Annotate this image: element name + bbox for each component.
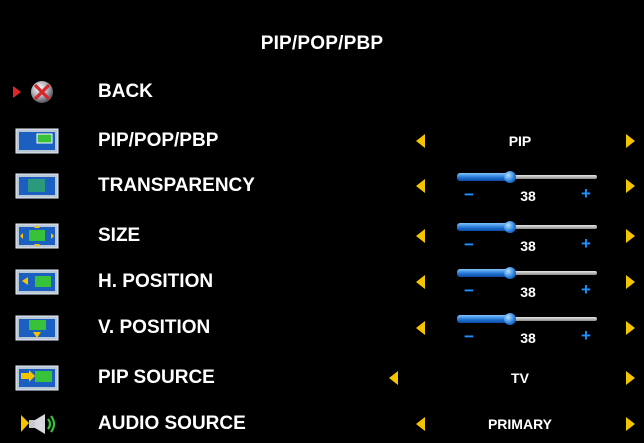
row-label: TRANSPARENCY: [98, 175, 255, 196]
vertical-position-icon: [15, 315, 59, 341]
menu-title: PIP/POP/PBP: [260, 33, 384, 54]
row-label: H. POSITION: [98, 271, 214, 292]
horizontal-position-icon: [15, 269, 59, 295]
menu-row-transparency[interactable]: TRANSPARENCY − 38 +: [0, 168, 644, 204]
menu-row-v-position[interactable]: V. POSITION − 38 +: [0, 310, 644, 346]
slider-plus-icon: +: [581, 184, 591, 203]
slider-value: 38: [520, 188, 536, 204]
menu-row-audio-source[interactable]: AUDIO SOURCE PRIMARY: [0, 406, 644, 442]
pip-mode-icon: [15, 128, 59, 154]
increase-arrow-icon[interactable]: [626, 275, 635, 289]
slider-knob[interactable]: [504, 267, 517, 279]
transparency-icon: [15, 173, 59, 199]
back-label: BACK: [98, 81, 153, 102]
decrease-arrow-icon[interactable]: [389, 371, 398, 385]
slider-plus-icon: +: [581, 234, 591, 253]
row-label: AUDIO SOURCE: [98, 413, 246, 434]
decrease-arrow-icon[interactable]: [416, 229, 425, 243]
selection-pointer-icon: [13, 86, 21, 98]
h-position-slider[interactable]: − 38 +: [454, 266, 602, 300]
pip-size-icon: [15, 223, 59, 249]
menu-row-size[interactable]: SIZE − 38 +: [0, 218, 644, 254]
slider-plus-icon: +: [581, 326, 591, 345]
decrease-arrow-icon[interactable]: [416, 179, 425, 193]
v-position-slider[interactable]: − 38 +: [454, 312, 602, 346]
row-label: SIZE: [98, 225, 141, 246]
row-value: TV: [511, 370, 529, 386]
increase-arrow-icon[interactable]: [626, 229, 635, 243]
back-row[interactable]: BACK: [0, 74, 644, 110]
decrease-arrow-icon[interactable]: [416, 134, 425, 148]
row-value: PIP: [508, 133, 532, 149]
decrease-arrow-icon[interactable]: [416, 417, 425, 431]
slider-value: 38: [520, 330, 536, 346]
increase-arrow-icon[interactable]: [626, 134, 635, 148]
speaker-icon: [21, 414, 56, 434]
row-label: PIP/POP/PBP: [98, 130, 219, 151]
pip-source-icon: [15, 365, 59, 391]
decrease-arrow-icon[interactable]: [416, 321, 425, 335]
slider-value: 38: [520, 238, 536, 254]
slider-knob[interactable]: [504, 313, 517, 325]
menu-row-pip-mode[interactable]: PIP/POP/PBP PIP: [0, 123, 644, 159]
increase-arrow-icon[interactable]: [626, 371, 635, 385]
row-value: PRIMARY: [487, 416, 553, 432]
transparency-slider[interactable]: − 38 +: [454, 170, 602, 204]
increase-arrow-icon[interactable]: [626, 321, 635, 335]
row-label: V. POSITION: [98, 317, 211, 338]
increase-arrow-icon[interactable]: [626, 417, 635, 431]
slider-knob[interactable]: [504, 171, 517, 183]
row-label: PIP SOURCE: [98, 367, 215, 388]
close-icon[interactable]: [24, 79, 64, 105]
size-slider[interactable]: − 38 +: [454, 220, 602, 254]
increase-arrow-icon[interactable]: [626, 179, 635, 193]
menu-row-h-position[interactable]: H. POSITION − 38 +: [0, 264, 644, 300]
decrease-arrow-icon[interactable]: [416, 275, 425, 289]
slider-value: 38: [520, 284, 536, 300]
menu-row-pip-source[interactable]: PIP SOURCE TV: [0, 360, 644, 396]
slider-knob[interactable]: [504, 221, 517, 233]
slider-plus-icon: +: [581, 280, 591, 299]
